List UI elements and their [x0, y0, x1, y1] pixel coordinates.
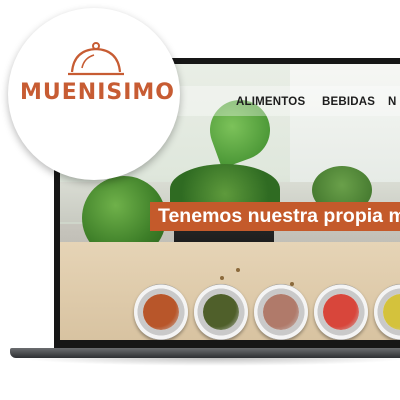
nav-item-alimentos[interactable]: ALIMENTOS: [236, 96, 305, 108]
laptop-base: [10, 348, 400, 358]
spice-jar: [374, 284, 400, 340]
spice-jar: [194, 284, 248, 340]
jar-fill: [203, 294, 239, 330]
spice-jar: [254, 284, 308, 340]
logo-badge[interactable]: MUENISIMO: [8, 8, 180, 180]
jar-fill: [263, 294, 299, 330]
jar-fill: [323, 294, 359, 330]
nav-item-bebidas[interactable]: BEBIDAS: [322, 96, 375, 108]
spice-jars: [134, 284, 400, 340]
hero-banner: Tenemos nuestra propia m: [150, 202, 400, 231]
laptop-shadow: [20, 358, 400, 366]
spice-jar: [314, 284, 368, 340]
nav-item-truncated[interactable]: N: [388, 96, 397, 108]
crumb: [220, 276, 224, 280]
brand-logo-text: MUENISIMO: [20, 80, 176, 105]
jar-fill: [383, 294, 400, 330]
scene: ALIMENTOS BEBIDAS N Tenemos nuestra prop…: [0, 0, 400, 400]
crumb: [236, 268, 240, 272]
serving-cloche-icon: [68, 42, 124, 76]
jar-fill: [143, 294, 179, 330]
spice-jar: [134, 284, 188, 340]
